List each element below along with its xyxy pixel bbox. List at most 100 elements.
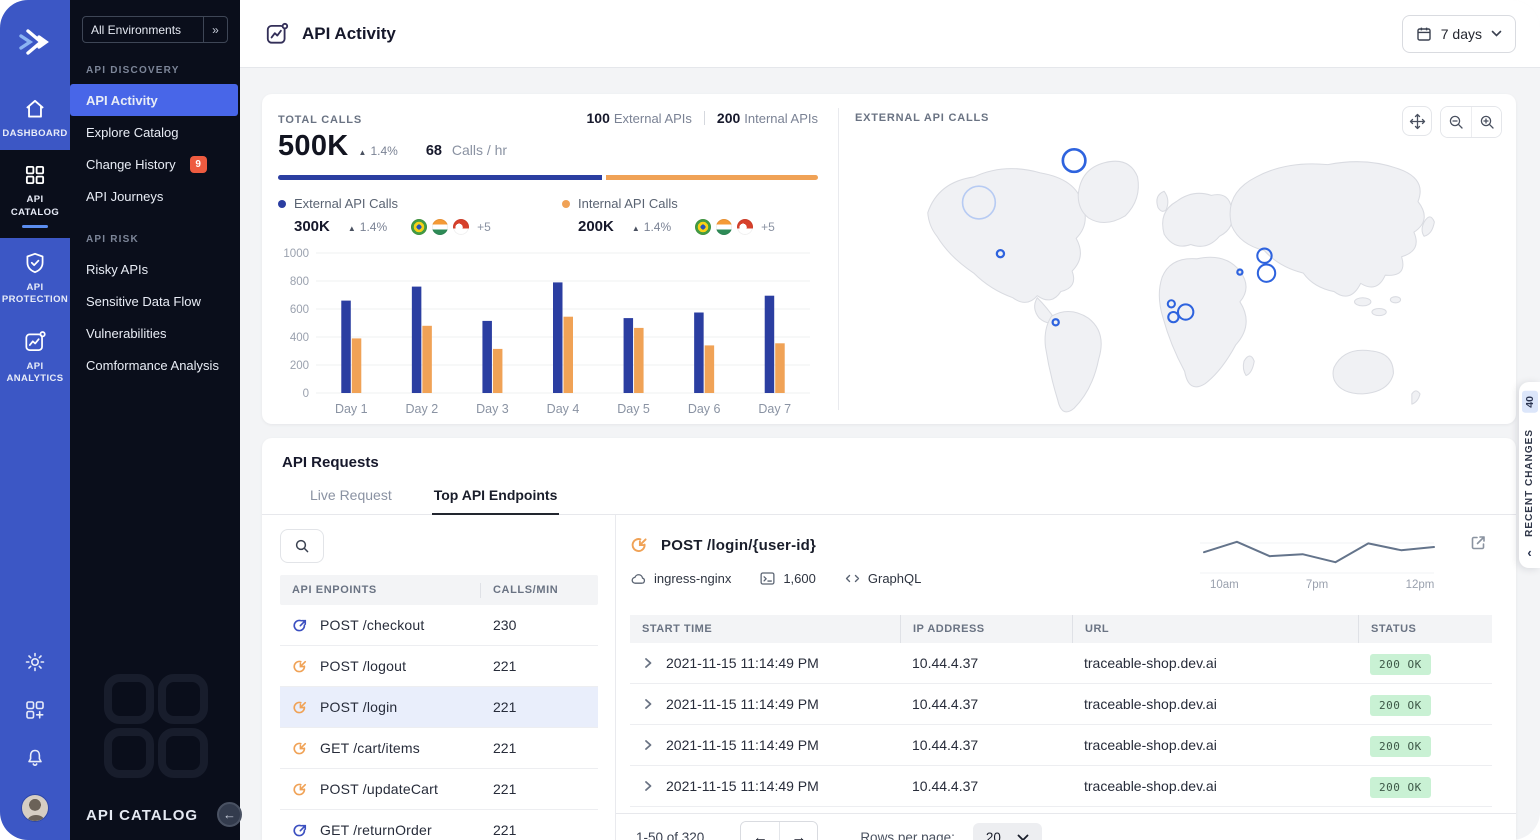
rail-item-api-catalog[interactable]: API CATALOG bbox=[0, 150, 70, 239]
traceable-logo-icon[interactable] bbox=[0, 0, 70, 84]
svg-text:7pm: 7pm bbox=[1306, 579, 1328, 591]
request-status: 200 OK bbox=[1358, 695, 1492, 716]
svg-text:Day 7: Day 7 bbox=[758, 402, 791, 416]
external-apis-count: 100 bbox=[586, 110, 610, 126]
country-flags bbox=[411, 218, 470, 235]
sidebar-item-api-journeys[interactable]: API Journeys bbox=[70, 180, 238, 212]
environment-expand-icon[interactable]: » bbox=[203, 17, 227, 42]
endpoint-row-post-checkout[interactable]: POST /checkout 230 bbox=[280, 605, 598, 646]
legend-external-api-calls: External API Calls 300K ▲ 1.4% +5 bbox=[278, 196, 562, 235]
request-row[interactable]: 2021-11-15 11:14:49 PM 10.44.4.37 traceabl… bbox=[630, 643, 1492, 684]
pagination-bar: 1-50 of 320 ← → Rows per page: 20 bbox=[616, 813, 1516, 840]
start-time-value: 2021-11-15 11:14:49 PM bbox=[666, 737, 819, 753]
sidebar-item-label: API Journeys bbox=[86, 188, 164, 204]
endpoint-row-post-login[interactable]: POST /login 221 bbox=[280, 687, 598, 728]
endpoint-row-get-cart-items[interactable]: GET /cart/items 221 bbox=[280, 728, 598, 769]
sidebar-item-sensitive-data-flow[interactable]: Sensitive Data Flow bbox=[70, 285, 238, 317]
meta-label: GraphQL bbox=[867, 571, 922, 586]
sidebar-item-vulnerabilities[interactable]: Vulnerabilities bbox=[70, 317, 238, 349]
sidebar-item-label: Risky APIs bbox=[86, 261, 149, 277]
requests-table: 2021-11-15 11:14:49 PM 10.44.4.37 traceabl… bbox=[630, 643, 1492, 807]
requests-table-header: START TIME IP ADDRESS URL STATUS bbox=[630, 615, 1492, 643]
requests-tabs: Live Request Top API Endpoints bbox=[262, 481, 1516, 515]
open-external-icon[interactable] bbox=[1468, 533, 1488, 553]
legend-change: ▲ 1.4% bbox=[347, 219, 388, 234]
flag-greenland-icon bbox=[453, 218, 470, 235]
user-avatar[interactable] bbox=[21, 794, 49, 822]
request-start-time: 2021-11-15 11:14:49 PM bbox=[630, 696, 900, 712]
map-title: EXTERNAL API CALLS bbox=[855, 112, 990, 124]
rail-item-api-analytics[interactable]: API ANALYTICS bbox=[0, 317, 70, 396]
sidebar-item-comformance-analysis[interactable]: Comformance Analysis bbox=[70, 349, 238, 381]
endpoint-row-get-returnorder[interactable]: GET /returnOrder 221 bbox=[280, 810, 598, 840]
rate-label: Calls / hr bbox=[451, 142, 508, 158]
sidebar-sections: API DISCOVERY API Activity Explore Catalog… bbox=[70, 65, 240, 381]
endpoint-row-post-updatecart[interactable]: POST /updateCart 221 bbox=[280, 769, 598, 810]
calendar-icon bbox=[1417, 27, 1431, 41]
endpoint-name: POST /login bbox=[320, 699, 398, 715]
analytics-icon bbox=[25, 330, 46, 351]
calls-split-bar bbox=[278, 175, 818, 180]
bell-icon[interactable] bbox=[23, 746, 47, 770]
endpoint-name: GET /cart/items bbox=[320, 740, 420, 756]
active-accent bbox=[22, 225, 48, 229]
more-countries-label: +5 bbox=[477, 219, 491, 234]
svg-text:Day 4: Day 4 bbox=[547, 402, 580, 416]
flag-brazil-icon bbox=[695, 218, 712, 235]
meta-graphql: GraphQL bbox=[844, 570, 921, 587]
sidebar-collapse-button[interactable]: ← bbox=[217, 802, 242, 827]
rail-item-dashboard[interactable]: DASHBOARD bbox=[0, 84, 70, 150]
legend-label: Internal API Calls bbox=[578, 196, 678, 211]
world-map bbox=[927, 147, 1435, 413]
start-time-value: 2021-11-15 11:14:49 PM bbox=[666, 655, 819, 671]
date-range-select[interactable]: 7 days bbox=[1401, 14, 1516, 53]
endpoint-search-input[interactable] bbox=[280, 529, 324, 563]
internal-endpoint-icon bbox=[292, 658, 309, 675]
svg-text:400: 400 bbox=[290, 332, 309, 344]
request-row[interactable]: 2021-11-15 11:14:49 PM 10.44.4.37 traceabl… bbox=[630, 725, 1492, 766]
sidebar-item-label: Change History bbox=[86, 156, 176, 172]
request-row[interactable]: 2021-11-15 11:14:49 PM 10.44.4.37 traceabl… bbox=[630, 766, 1492, 807]
rail-item-api-protection[interactable]: API PROTECTION bbox=[0, 238, 70, 317]
apps-plus-icon[interactable] bbox=[23, 698, 47, 722]
recent-changes-tab[interactable]: 40 RECENT CHANGES ‹ bbox=[1519, 382, 1540, 568]
rows-per-page-label: Rows per page: bbox=[860, 830, 955, 840]
next-page-button[interactable]: → bbox=[779, 821, 818, 840]
rail-footer bbox=[21, 650, 49, 840]
rows-per-page-select[interactable]: 20 bbox=[972, 822, 1042, 840]
request-row[interactable]: 2021-11-15 11:14:49 PM 10.44.4.37 traceabl… bbox=[630, 684, 1492, 725]
endpoint-name: GET /returnOrder bbox=[320, 822, 432, 838]
environment-selector[interactable]: All Environments » bbox=[82, 16, 228, 43]
settings-icon[interactable] bbox=[23, 650, 47, 674]
tab-top-api-endpoints[interactable]: Top API Endpoints bbox=[431, 481, 560, 515]
status-badge: 200 OK bbox=[1370, 695, 1431, 716]
topbar: API Activity 7 days bbox=[240, 0, 1540, 68]
internal-apis-label: Internal APIs bbox=[744, 110, 818, 126]
zoom-in-icon[interactable] bbox=[1471, 107, 1501, 137]
status-badge: 200 OK bbox=[1370, 736, 1431, 757]
home-icon bbox=[26, 99, 44, 118]
tab-live-request[interactable]: Live Request bbox=[308, 481, 394, 514]
sidebar-item-api-activity[interactable]: API Activity bbox=[70, 84, 238, 116]
chevron-right-icon[interactable] bbox=[642, 780, 654, 792]
chevron-right-icon[interactable] bbox=[642, 657, 654, 669]
previous-page-button[interactable]: ← bbox=[741, 821, 780, 840]
request-url: traceable-shop.dev.ai bbox=[1084, 655, 1217, 671]
request-status: 200 OK bbox=[1358, 777, 1492, 798]
flag-india-icon bbox=[432, 218, 449, 235]
request-start-time: 2021-11-15 11:14:49 PM bbox=[630, 737, 900, 753]
sidebar-item-explore-catalog[interactable]: Explore Catalog bbox=[70, 116, 238, 148]
chevron-right-icon[interactable] bbox=[642, 698, 654, 710]
endpoint-row-post-logout[interactable]: POST /logout 221 bbox=[280, 646, 598, 687]
page-title: API Activity bbox=[302, 23, 396, 43]
pan-icon[interactable] bbox=[1402, 106, 1432, 136]
search-icon bbox=[295, 539, 309, 553]
calls-legend: External API Calls 300K ▲ 1.4% +5 Internal AP… bbox=[278, 196, 818, 235]
legend-change: ▲ 1.4% bbox=[631, 219, 672, 234]
sidebar-item-change-history[interactable]: Change History 9 bbox=[70, 148, 238, 180]
rows-per-page-value: 20 bbox=[985, 830, 1001, 840]
request-ip: 10.44.4.37 bbox=[912, 778, 979, 794]
zoom-out-icon[interactable] bbox=[1441, 107, 1471, 137]
chevron-right-icon[interactable] bbox=[642, 739, 654, 751]
sidebar-item-risky-apis[interactable]: Risky APIs bbox=[70, 253, 238, 285]
